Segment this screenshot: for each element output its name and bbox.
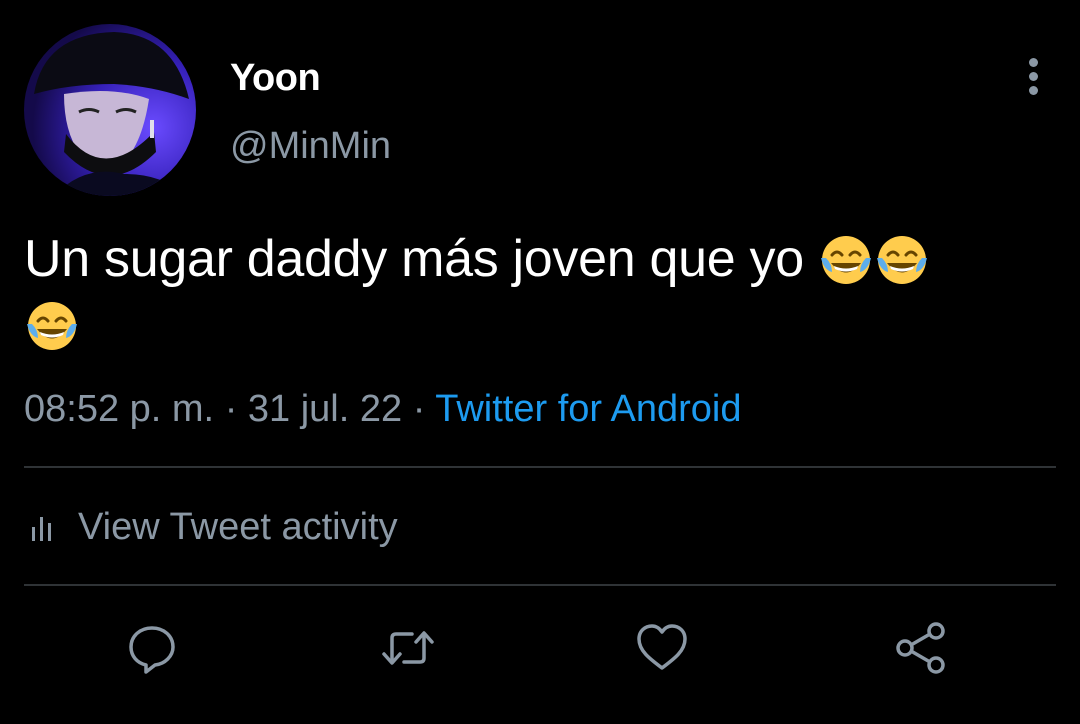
tweet-text: Un sugar daddy más joven que yo [24,226,1034,358]
more-dot-icon [1029,86,1038,95]
tweet-time: 08:52 p. m. [24,388,215,430]
share-icon [896,622,945,674]
more-dot-icon [1029,58,1038,67]
view-tweet-activity-button[interactable]: View Tweet activity [24,502,398,552]
bar-chart-icon [32,517,51,541]
meta-separator: · [224,388,238,430]
view-tweet-activity-label: View Tweet activity [78,506,398,548]
meta-separator: · [412,388,426,430]
retweet-button[interactable] [378,618,438,678]
reply-icon [129,626,175,674]
display-name[interactable]: Yoon [230,56,321,100]
reply-button[interactable] [122,618,182,678]
tweet-meta: 08:52 p. m. · 31 jul. 22 · Twitter for A… [24,386,741,432]
tweet-date: 31 jul. 22 [247,388,403,430]
more-dot-icon [1029,72,1038,81]
tweet-text-content: Un sugar daddy más joven que yo [24,230,804,288]
face-with-tears-of-joy-icon [877,236,927,284]
like-button[interactable] [632,618,692,678]
avatar[interactable] [24,24,196,196]
avatar-image [24,24,196,196]
face-with-tears-of-joy-icon [27,302,77,350]
share-button[interactable] [890,618,950,678]
user-handle[interactable]: @MinMin [230,124,391,168]
face-with-tears-of-joy-icon [821,236,871,284]
divider [24,466,1056,468]
heart-icon [637,624,687,670]
more-options-button[interactable] [1014,54,1054,98]
divider [24,584,1056,586]
retweet-icon [382,631,434,665]
tweet-source-link[interactable]: Twitter for Android [435,388,741,430]
